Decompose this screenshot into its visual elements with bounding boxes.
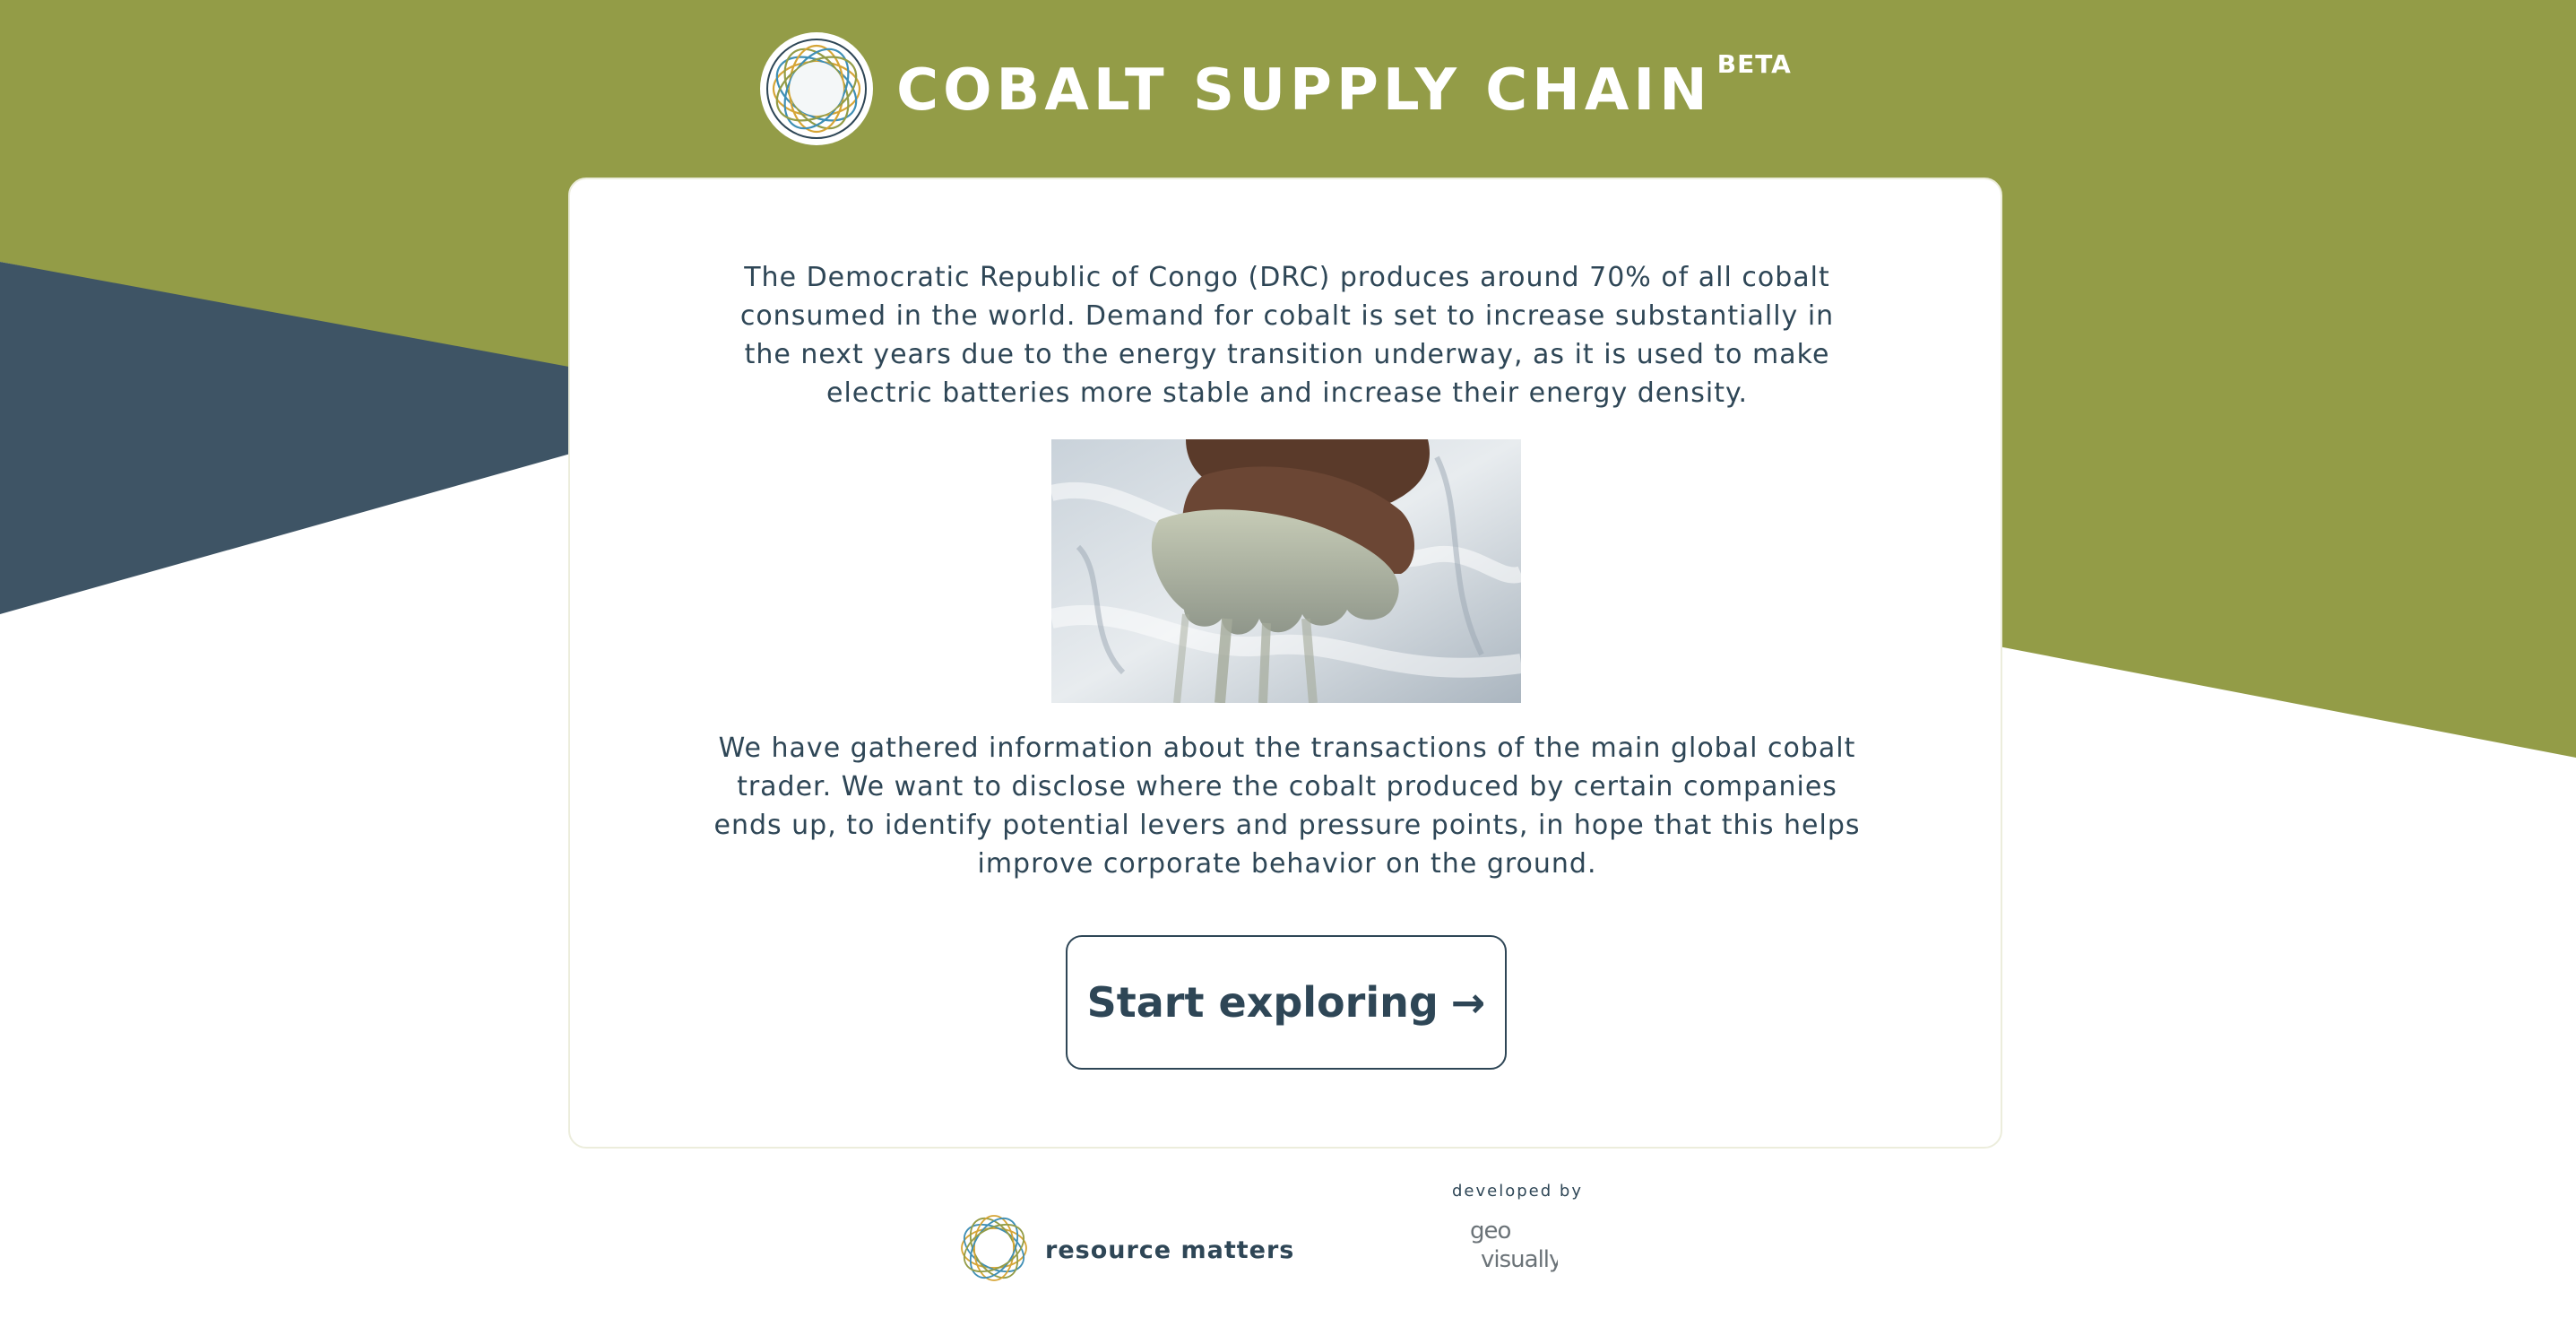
resource-matters-logo-icon: [959, 1213, 1029, 1287]
site-title: COBALT SUPPLY CHAIN: [896, 57, 1712, 124]
cobalt-ore-hand-photo: [1051, 439, 1521, 703]
geovisually-logo[interactable]: geo visually: [1468, 1213, 1569, 1279]
start-exploring-label: Start exploring: [1086, 978, 1439, 1027]
beta-badge: BETA: [1716, 48, 1792, 79]
start-exploring-button[interactable]: Start exploring →: [1066, 935, 1507, 1070]
cobalt-ring-logo-icon: [760, 32, 874, 145]
resource-matters-link[interactable]: resource matters: [959, 1214, 1294, 1286]
arrow-right-icon: →: [1450, 978, 1486, 1027]
geovisually-logo-line-2: visually: [1481, 1246, 1558, 1273]
developed-by-label: developed by: [1452, 1182, 1583, 1201]
site-header: COBALT SUPPLY CHAIN BETA: [0, 0, 2576, 178]
header-brand[interactable]: COBALT SUPPLY CHAIN BETA: [760, 32, 1792, 145]
intro-card: The Democratic Republic of Congo (DRC) p…: [568, 178, 2002, 1149]
resource-matters-label: resource matters: [1045, 1236, 1295, 1264]
intro-paragraph-1: The Democratic Republic of Congo (DRC) p…: [739, 262, 1835, 409]
geovisually-logo-line-1: geo: [1470, 1218, 1511, 1244]
intro-paragraph-2: We have gathered information about the t…: [713, 733, 1861, 880]
developed-by-block: developed by geo visually: [1452, 1182, 1583, 1279]
